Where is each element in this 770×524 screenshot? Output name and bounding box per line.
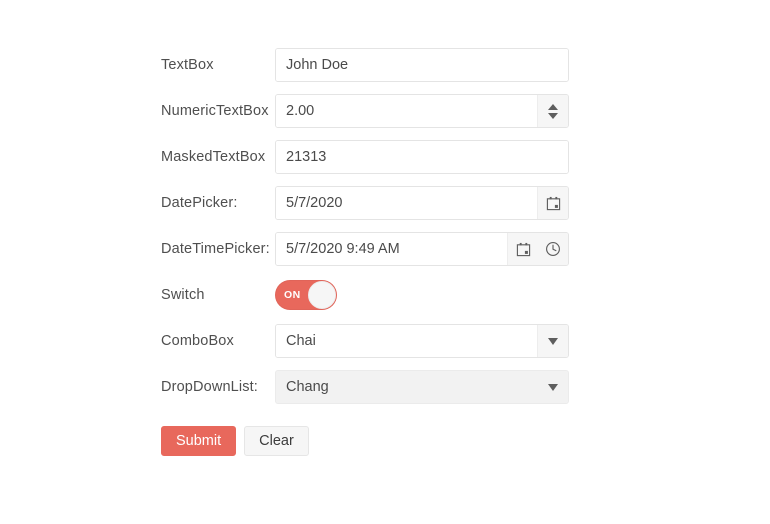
datepicker-field[interactable]: 5/7/2020 [275, 186, 569, 220]
label-datepicker: DatePicker: [161, 194, 238, 211]
form-row-datepicker: DatePicker: 5/7/2020 [161, 186, 581, 220]
datetimepicker-calendar-button[interactable] [507, 233, 538, 265]
form-row-datetimepicker: DateTimePicker: 5/7/2020 9:49 AM [161, 232, 581, 266]
textbox-input[interactable]: John Doe [276, 49, 568, 81]
switch-thumb[interactable] [308, 281, 336, 309]
form-row-maskedtextbox: MaskedTextBox 21313 [161, 140, 581, 174]
chevron-down-icon [548, 337, 558, 345]
combobox-field[interactable]: Chai [275, 324, 569, 358]
form-row-numerictextbox: NumericTextBox 2.00 [161, 94, 581, 128]
label-textbox: TextBox [161, 56, 214, 73]
datetimepicker-input[interactable]: 5/7/2020 9:49 AM [276, 233, 507, 265]
combobox-input[interactable]: Chai [276, 325, 537, 357]
submit-button[interactable]: Submit [161, 426, 237, 456]
form-row-switch: Switch ON [161, 278, 581, 312]
form-row-textbox: TextBox John Doe [161, 48, 581, 82]
dropdownlist-field[interactable]: Chang [275, 370, 569, 404]
form-row-dropdownlist: DropDownList: Chang [161, 370, 581, 404]
triangle-down-icon[interactable] [548, 112, 558, 119]
datepicker-input[interactable]: 5/7/2020 [276, 187, 537, 219]
dropdownlist-toggle-button[interactable] [538, 383, 568, 391]
datepicker-button[interactable] [537, 187, 568, 219]
maskedtextbox-input[interactable]: 21313 [276, 141, 568, 173]
form-container: TextBox John Doe NumericTextBox 2.00 Mas… [161, 48, 581, 456]
combobox-toggle-button[interactable] [537, 325, 568, 357]
label-switch: Switch [161, 286, 205, 303]
form-actions: Submit Clear [161, 426, 581, 456]
switch-toggle[interactable]: ON [275, 280, 337, 310]
triangle-up-icon[interactable] [548, 103, 558, 110]
form-row-combobox: ComboBox Chai [161, 324, 581, 358]
numerictextbox-field[interactable]: 2.00 [275, 94, 569, 128]
datetimepicker-field[interactable]: 5/7/2020 9:49 AM [275, 232, 569, 266]
clear-button[interactable]: Clear [244, 426, 309, 456]
label-combobox: ComboBox [161, 332, 234, 349]
switch-state-label: ON [284, 289, 301, 301]
textbox-field[interactable]: John Doe [275, 48, 569, 82]
label-maskedtextbox: MaskedTextBox [161, 148, 266, 165]
maskedtextbox-field[interactable]: 21313 [275, 140, 569, 174]
dropdownlist-selected-value: Chang [286, 379, 329, 395]
label-numerictextbox: NumericTextBox [161, 102, 269, 119]
chevron-down-icon [548, 383, 558, 391]
clock-icon [545, 241, 561, 257]
calendar-icon [546, 196, 561, 211]
numeric-spinner[interactable] [537, 95, 568, 127]
calendar-icon [516, 242, 531, 257]
label-dropdownlist: DropDownList: [161, 378, 258, 395]
label-datetimepicker: DateTimePicker: [161, 240, 270, 257]
datetimepicker-time-button[interactable] [538, 233, 568, 265]
numerictextbox-input[interactable]: 2.00 [276, 95, 537, 127]
